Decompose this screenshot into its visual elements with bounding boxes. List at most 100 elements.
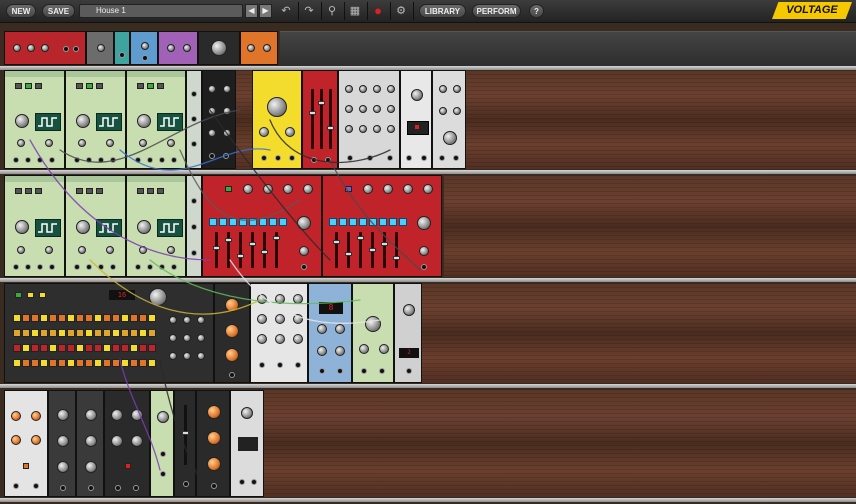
knob[interactable] [17, 246, 25, 254]
perform-button[interactable]: PERFORM [472, 4, 521, 18]
jack[interactable] [133, 485, 139, 491]
knob[interactable] [293, 334, 303, 344]
knob[interactable] [57, 435, 69, 447]
step-key[interactable] [389, 218, 397, 226]
knob[interactable] [285, 127, 295, 137]
preset-name-field[interactable]: House 1 [79, 4, 243, 18]
knob[interactable] [335, 346, 345, 356]
knob[interactable] [345, 85, 353, 93]
knob[interactable] [197, 352, 205, 360]
switch[interactable] [157, 83, 164, 89]
jack[interactable] [251, 479, 257, 485]
knob[interactable] [11, 411, 21, 421]
trigger-step-pad[interactable] [148, 359, 156, 367]
knob[interactable] [225, 298, 239, 312]
jack[interactable] [37, 157, 43, 163]
trigger-step-pad[interactable] [13, 344, 21, 352]
knob[interactable] [13, 44, 21, 52]
jack[interactable] [37, 264, 43, 270]
oscillator-module[interactable] [4, 175, 65, 277]
jack[interactable] [73, 46, 79, 52]
knob[interactable] [439, 85, 447, 93]
output-module[interactable]: 2 [394, 283, 422, 383]
step-key[interactable] [379, 218, 387, 226]
knob[interactable] [259, 127, 269, 137]
jack[interactable] [289, 155, 295, 161]
switch[interactable] [147, 188, 154, 194]
transistor-module[interactable] [4, 390, 48, 497]
frequency-knob[interactable] [137, 220, 151, 234]
trigger-step-pad[interactable] [13, 329, 21, 337]
trigger-step-pad[interactable] [31, 359, 39, 367]
knob[interactable] [387, 105, 395, 113]
switch[interactable] [15, 83, 22, 89]
output-module[interactable] [230, 390, 264, 497]
jack[interactable] [33, 483, 39, 489]
jack[interactable] [275, 155, 281, 161]
jack[interactable] [25, 264, 31, 270]
jack[interactable] [191, 198, 197, 204]
jack[interactable] [439, 155, 445, 161]
knob[interactable] [131, 409, 143, 421]
trigger-step-pad[interactable] [94, 329, 102, 337]
switch[interactable] [137, 188, 144, 194]
trigger-step-pad[interactable] [121, 314, 129, 322]
jack[interactable] [347, 155, 353, 161]
jack[interactable] [160, 471, 166, 477]
knob[interactable] [283, 184, 293, 194]
frequency-knob[interactable] [137, 114, 151, 128]
knob[interactable] [243, 184, 253, 194]
fader-slider[interactable] [327, 126, 334, 130]
empty-rack-space[interactable] [422, 284, 856, 383]
trigger-step-pad[interactable] [85, 329, 93, 337]
trigger-step-pad[interactable] [76, 344, 84, 352]
trigger-step-pad[interactable] [112, 314, 120, 322]
jack[interactable] [13, 483, 19, 489]
trigger-pad[interactable] [23, 463, 29, 469]
jack[interactable] [387, 155, 393, 161]
help-button[interactable]: ? [529, 4, 544, 18]
utility-strip-module[interactable] [186, 175, 202, 277]
new-button[interactable]: NEW [6, 4, 36, 18]
knob[interactable] [157, 411, 169, 423]
knob[interactable] [383, 184, 393, 194]
knob[interactable] [169, 316, 177, 324]
cutoff-knob[interactable] [267, 97, 287, 117]
jack[interactable] [13, 157, 19, 163]
frequency-knob[interactable] [15, 114, 29, 128]
step-key[interactable] [349, 218, 357, 226]
knob[interactable] [453, 85, 461, 93]
trigger-step-pad[interactable] [22, 314, 30, 322]
knob[interactable] [211, 40, 227, 56]
knob[interactable] [207, 431, 221, 445]
utility-module-dark[interactable] [174, 390, 196, 497]
trigger-step-pad[interactable] [67, 314, 75, 322]
knob[interactable] [387, 85, 395, 93]
fader-slider[interactable] [333, 240, 340, 244]
search-icon[interactable]: ⚲ [324, 3, 340, 19]
oscillator-module[interactable] [4, 70, 65, 169]
knob[interactable] [17, 139, 25, 147]
trigger-step-pad[interactable] [139, 314, 147, 322]
jack[interactable] [191, 224, 197, 230]
fader-slider[interactable] [261, 250, 268, 254]
drum-trigger-sequencer-module[interactable]: 16 [4, 283, 214, 383]
oscillator-module[interactable] [126, 70, 186, 169]
utility-module-teal[interactable] [114, 31, 130, 65]
knob[interactable] [257, 314, 267, 324]
knob[interactable] [257, 294, 267, 304]
trigger-step-pad[interactable] [13, 314, 21, 322]
mixer-module-dark[interactable] [202, 70, 236, 169]
knob[interactable] [247, 44, 255, 52]
knob[interactable] [27, 44, 35, 52]
knob[interactable] [208, 129, 216, 137]
knob[interactable] [225, 324, 239, 338]
knob[interactable] [363, 184, 373, 194]
knob[interactable] [335, 324, 345, 334]
knob[interactable] [241, 407, 253, 419]
knob[interactable] [167, 44, 175, 52]
knob[interactable] [411, 89, 423, 101]
knob[interactable] [439, 107, 447, 115]
trigger-step-pad[interactable] [40, 344, 48, 352]
knob[interactable] [453, 107, 461, 115]
